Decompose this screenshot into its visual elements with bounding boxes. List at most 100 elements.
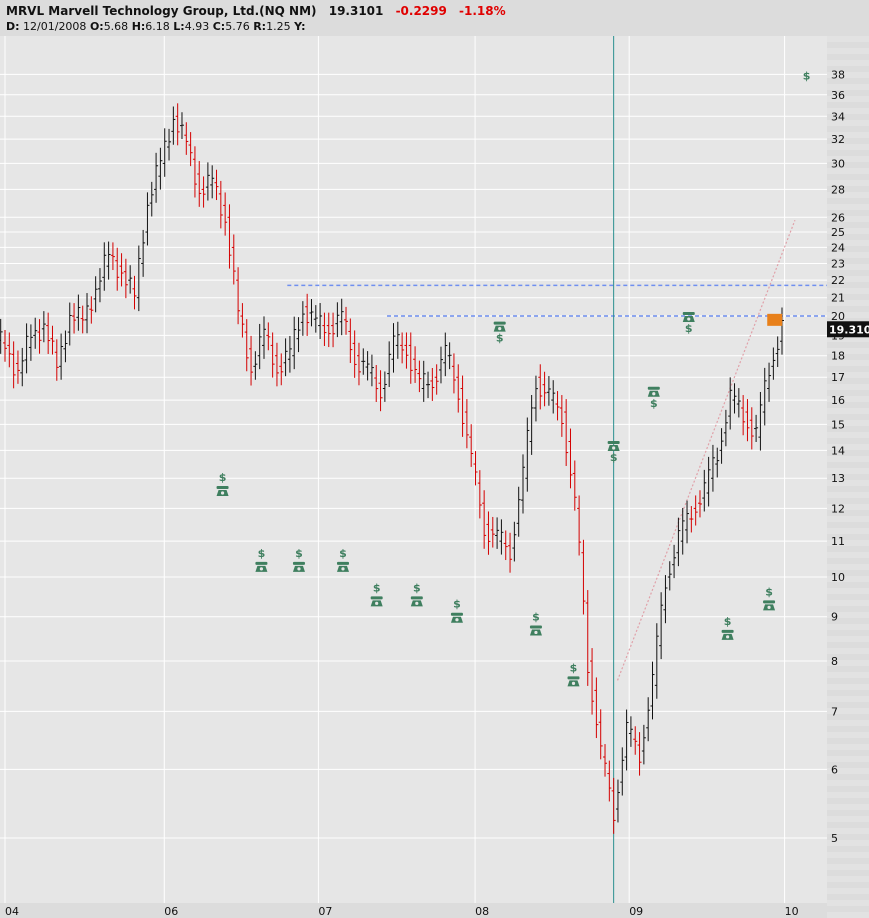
axis-stripe (827, 636, 869, 642)
phone-icon[interactable] (450, 612, 463, 623)
dollar-icon[interactable]: $ (496, 332, 504, 345)
axis-stripe (827, 204, 869, 210)
y-tick-label: 8 (831, 655, 838, 668)
price-chart[interactable]: 5678910111213141516171819202122232425262… (0, 0, 869, 918)
y-tick-label: 22 (831, 274, 845, 287)
axis-stripe (827, 48, 869, 54)
axis-stripe (827, 816, 869, 822)
dollar-icon[interactable]: $ (373, 581, 381, 594)
phone-icon[interactable] (721, 629, 734, 640)
y-tick-label: 13 (831, 472, 845, 485)
axis-stripe (827, 552, 869, 558)
phone-dial (687, 317, 691, 321)
y-tick-label: 28 (831, 183, 845, 196)
phone-dial (259, 567, 264, 571)
phone-handset (607, 441, 620, 445)
axis-stripe (827, 384, 869, 390)
dollar-icon[interactable]: $ (532, 610, 540, 623)
y-tick-label: 34 (831, 110, 845, 123)
phone-icon[interactable] (370, 596, 383, 607)
axis-stripe (827, 888, 869, 894)
x-tick-label: 08 (475, 905, 489, 918)
phone-icon[interactable] (292, 561, 305, 572)
phone-dial (341, 567, 345, 571)
dollar-icon[interactable]: $ (765, 585, 773, 598)
x-tick-label: 06 (164, 905, 178, 918)
axis-stripe (827, 528, 869, 534)
dollar-icon[interactable]: $ (295, 547, 303, 560)
phone-handset (567, 676, 580, 680)
phone-icon[interactable] (410, 596, 423, 607)
y-tick-label: 7 (831, 705, 838, 718)
dollar-icon[interactable]: $ (803, 69, 811, 82)
phone-icon[interactable] (682, 312, 695, 323)
axis-stripe (827, 696, 869, 702)
y-tick-label: 16 (831, 394, 845, 407)
phone-dial (571, 681, 576, 685)
axis-stripe (827, 648, 869, 654)
highlight-marker (767, 313, 783, 326)
y-tick-label: 25 (831, 226, 845, 239)
phone-handset (292, 561, 305, 565)
phone-dial (297, 567, 301, 571)
phone-handset (336, 561, 349, 565)
y-tick-label: 30 (831, 157, 845, 170)
phone-handset (370, 596, 383, 600)
axis-stripe (827, 432, 869, 438)
axis-stripe (827, 912, 869, 918)
dollar-icon[interactable]: $ (685, 322, 693, 335)
dollar-icon[interactable]: $ (650, 397, 658, 410)
y-tick-label: 5 (831, 832, 838, 845)
phone-icon[interactable] (763, 600, 776, 611)
dollar-icon[interactable]: $ (570, 661, 578, 674)
phone-dial (498, 326, 502, 331)
phone-icon[interactable] (493, 321, 506, 332)
phone-dial (415, 601, 419, 605)
axis-stripe (827, 60, 869, 66)
last-price-tag-label: 19.3101 (829, 323, 869, 336)
phone-handset (255, 561, 268, 565)
phone-handset (647, 386, 660, 390)
y-tick-label: 20 (831, 310, 845, 323)
axis-stripe (827, 780, 869, 786)
phone-handset (450, 612, 463, 616)
y-tick-label: 11 (831, 535, 845, 548)
dollar-icon[interactable]: $ (413, 581, 421, 594)
phone-icon[interactable] (255, 561, 268, 572)
axis-stripe (827, 492, 869, 498)
phone-icon[interactable] (529, 625, 542, 636)
axis-stripe (827, 732, 869, 738)
axis-stripe (827, 792, 869, 798)
y-tick-label: 21 (831, 292, 845, 305)
y-tick-label: 18 (831, 350, 845, 363)
phone-icon[interactable] (647, 386, 660, 397)
dollar-icon[interactable]: $ (724, 615, 732, 628)
dollar-icon[interactable]: $ (453, 598, 461, 611)
dollar-icon[interactable]: $ (610, 451, 618, 464)
phone-dial (534, 630, 538, 635)
dollar-icon[interactable]: $ (339, 547, 347, 560)
y-tick-label: 12 (831, 502, 845, 515)
axis-stripe (827, 36, 869, 42)
axis-stripe (827, 516, 869, 522)
y-tick-label: 15 (831, 418, 845, 431)
phone-icon[interactable] (336, 561, 349, 572)
dollar-icon[interactable]: $ (219, 471, 227, 484)
axis-stripe (827, 852, 869, 858)
phone-icon[interactable] (567, 676, 580, 687)
y-tick-label: 6 (831, 763, 838, 776)
dollar-icon[interactable]: $ (258, 547, 266, 560)
axis-stripe (827, 876, 869, 882)
phone-icon[interactable] (607, 441, 620, 452)
phone-icon[interactable] (216, 486, 229, 497)
phone-dial (652, 392, 656, 396)
axis-stripe (827, 744, 869, 750)
phone-dial (375, 601, 379, 605)
phone-dial (612, 446, 616, 450)
axis-stripe (827, 624, 869, 630)
axis-stripe (827, 672, 869, 678)
phone-handset (682, 312, 695, 316)
phone-handset (216, 486, 229, 490)
phone-handset (410, 596, 423, 600)
axis-stripe (827, 588, 869, 594)
